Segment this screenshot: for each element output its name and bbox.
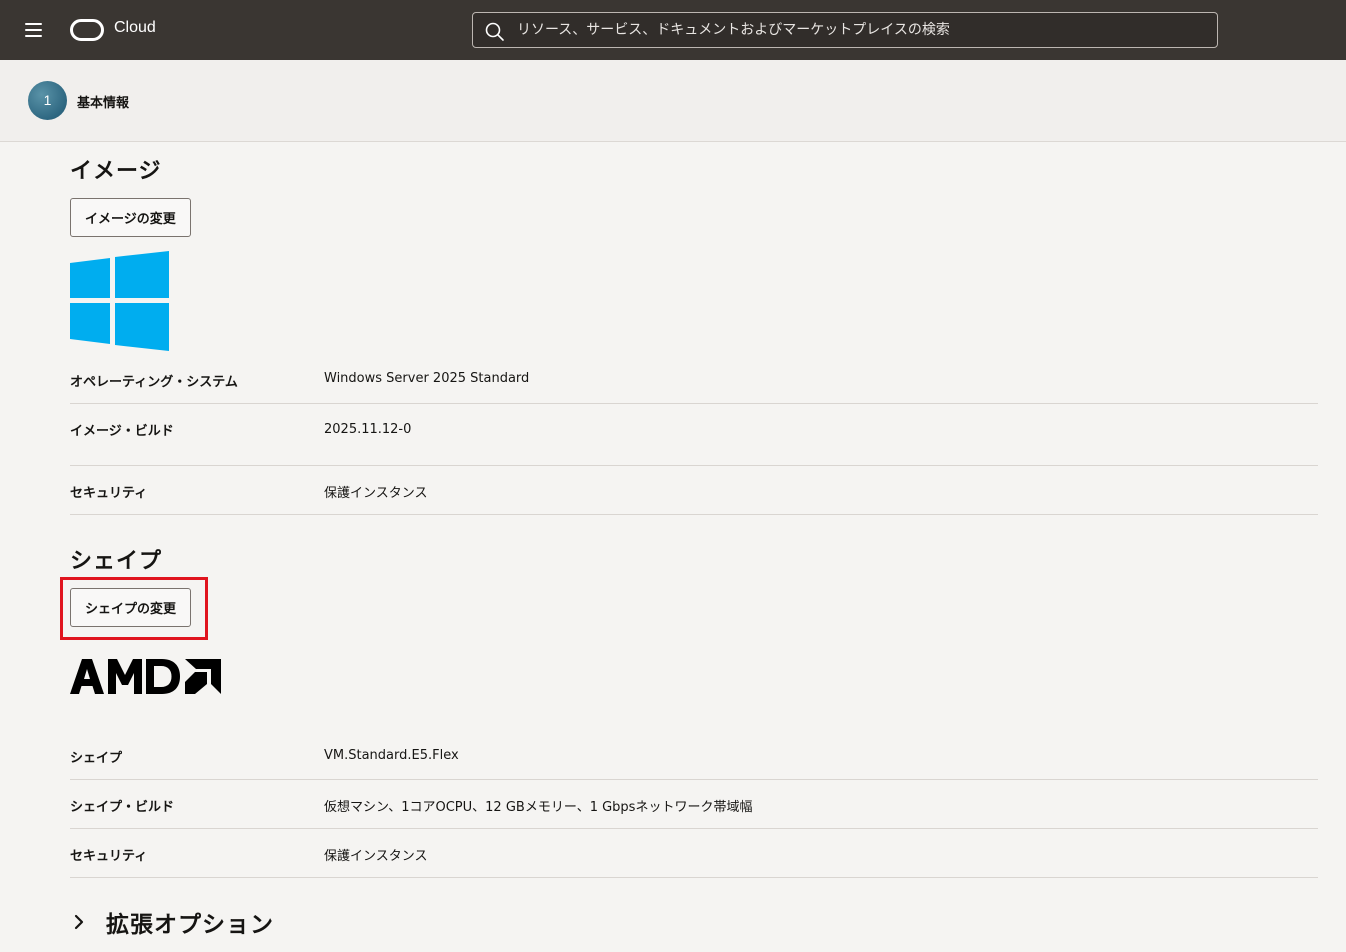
step-number-badge[interactable]: 1 xyxy=(28,81,67,120)
divider xyxy=(70,779,1318,780)
shape-security-label: セキュリティ xyxy=(70,849,148,864)
search-input[interactable] xyxy=(517,13,1197,47)
os-label: オペレーティング・システム xyxy=(70,375,238,390)
windows-logo-icon xyxy=(70,251,169,351)
divider xyxy=(70,465,1318,466)
top-navigation-bar: Cloud xyxy=(0,0,1346,60)
change-image-button[interactable]: イメージの変更 xyxy=(70,198,191,237)
image-security-label: セキュリティ xyxy=(70,486,148,501)
step-label-basic-info[interactable]: 基本情報 xyxy=(77,92,129,111)
shape-security-value: 保護インスタンス xyxy=(324,849,428,864)
amd-logo-icon xyxy=(70,659,221,694)
divider xyxy=(70,828,1318,829)
search-box[interactable] xyxy=(472,12,1218,48)
wizard-step-bar xyxy=(0,60,1346,142)
shape-label: シェイプ xyxy=(70,751,123,766)
image-section-title: イメージ xyxy=(70,159,162,184)
change-shape-button[interactable]: シェイプの変更 xyxy=(70,588,192,627)
image-build-label: イメージ・ビルド xyxy=(70,424,174,439)
shape-build-label: シェイプ・ビルド xyxy=(70,800,175,815)
os-value: Windows Server 2025 Standard xyxy=(324,371,530,386)
search-icon xyxy=(485,22,504,41)
brand-name[interactable]: Cloud xyxy=(114,19,156,37)
image-security-value: 保護インスタンス xyxy=(324,486,428,501)
image-build-value: 2025.11.12-0 xyxy=(324,422,412,437)
divider xyxy=(70,514,1318,515)
cloud-logo-icon[interactable] xyxy=(70,19,104,41)
chevron-right-icon[interactable] xyxy=(72,912,86,932)
divider xyxy=(70,403,1318,404)
shape-value: VM.Standard.E5.Flex xyxy=(324,748,459,763)
advanced-options-toggle[interactable]: 拡張オプション xyxy=(106,905,274,939)
shape-build-value: 仮想マシン、1コアOCPU、12 GBメモリー、1 Gbpsネットワーク帯域幅 xyxy=(324,800,753,815)
shape-section-title: シェイプ xyxy=(70,549,163,574)
hamburger-menu-icon[interactable] xyxy=(22,20,46,40)
divider xyxy=(70,877,1318,878)
